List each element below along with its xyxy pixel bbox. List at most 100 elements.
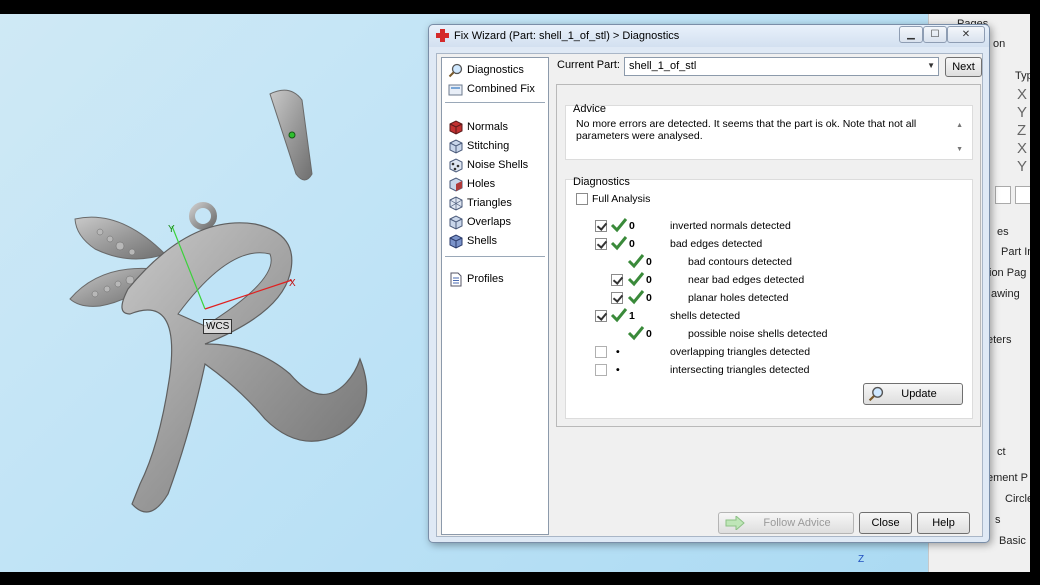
scroll-down-icon[interactable]: ▼ <box>956 146 963 153</box>
nav-item-triangles[interactable]: Triangles <box>448 194 512 212</box>
magnifier-icon <box>868 386 884 402</box>
current-part-select[interactable]: shell_1_of_stl ▼ <box>624 57 939 76</box>
panel-text: ct <box>997 446 1006 458</box>
advice-text: No more errors are detected. It seems th… <box>576 118 917 142</box>
nav-item-noise-shells[interactable]: Noise Shells <box>448 156 528 174</box>
shells-count: 1 <box>629 310 635 322</box>
shells-label: shells detected <box>670 310 741 322</box>
nav-divider <box>445 102 545 103</box>
screen: Y X Z WCS Pages on Typ X Y Z X Y es Part… <box>0 0 1040 585</box>
noise-shells-count: 0 <box>646 328 652 340</box>
scroll-up-icon[interactable]: ▲ <box>956 122 963 129</box>
follow-advice-button[interactable]: Follow Advice <box>718 512 854 534</box>
inverted-normals-checkbox[interactable] <box>595 220 607 232</box>
bad-edges-checkbox[interactable] <box>595 238 607 250</box>
help-button[interactable]: Help <box>917 512 970 534</box>
nav-label: Triangles <box>467 197 512 209</box>
nav-item-profiles[interactable]: Profiles <box>448 270 504 288</box>
near-bad-edges-checkbox[interactable] <box>611 274 623 286</box>
panel-text: awing <box>991 288 1020 300</box>
arrow-right-icon <box>725 516 745 530</box>
shells-checkbox[interactable] <box>595 310 607 322</box>
intersecting-triangles-count: • <box>616 364 620 376</box>
overlaps-icon <box>449 214 463 230</box>
near-bad-edges-label: near bad edges detected <box>688 274 805 286</box>
panel-field[interactable] <box>1015 186 1030 204</box>
next-button[interactable]: Next <box>945 57 982 77</box>
inverted-normals-label: inverted normals detected <box>670 220 791 232</box>
magnifier-icon <box>448 63 463 77</box>
shells-cube-icon <box>449 233 463 249</box>
nav-label: Overlaps <box>467 216 512 228</box>
overlapping-triangles-label: overlapping triangles detected <box>670 346 811 358</box>
planar-holes-label: planar holes detected <box>688 292 789 304</box>
nav-item-stitching[interactable]: Stitching <box>448 137 509 155</box>
update-label: Update <box>901 388 937 400</box>
advice-heading: Advice <box>573 103 607 115</box>
diagnostics-page: Advice No more errors are detected. It s… <box>556 84 981 427</box>
panel-field[interactable] <box>995 186 1011 204</box>
panel-text: X <box>1017 86 1028 103</box>
intersecting-triangles-checkbox[interactable] <box>595 364 607 376</box>
y-axis-label: Y <box>168 224 175 235</box>
x-axis-label: X <box>289 278 296 289</box>
overlapping-triangles-count: • <box>616 346 620 358</box>
dialog-title: Fix Wizard (Part: shell_1_of_stl) > Diag… <box>454 30 680 42</box>
nav-item-normals[interactable]: Normals <box>448 118 508 136</box>
bad-contours-label: bad contours detected <box>688 256 792 268</box>
minimize-icon: ▁ <box>907 29 915 40</box>
panel-button[interactable]: Circle <box>1005 493 1030 505</box>
nav-label: Combined Fix <box>467 83 535 95</box>
close-button[interactable]: Close <box>859 512 912 534</box>
dialog-client: Diagnostics Combined Fix Normals Stitchi… <box>436 53 983 537</box>
planar-holes-checkbox[interactable] <box>611 292 623 304</box>
full-analysis-checkbox[interactable] <box>576 193 588 205</box>
panel-text: ement P <box>987 472 1028 484</box>
close-window-button[interactable]: ✕ <box>947 26 985 43</box>
panel-text: X <box>1017 140 1028 157</box>
bad-edges-label: bad edges detected <box>670 238 763 250</box>
nav-item-combined-fix[interactable]: Combined Fix <box>448 80 535 98</box>
dialog-titlebar[interactable]: Fix Wizard (Part: shell_1_of_stl) > Diag… <box>429 25 989 47</box>
diagnostics-heading: Diagnostics <box>573 176 630 188</box>
current-part-label: Current Part: <box>557 59 620 71</box>
nav-item-overlaps[interactable]: Overlaps <box>448 213 511 231</box>
panel-text: es <box>997 226 1009 238</box>
check-icon <box>627 326 645 341</box>
check-icon <box>610 218 628 233</box>
minimize-button[interactable]: ▁ <box>899 26 923 43</box>
document-icon <box>450 272 462 286</box>
panel-button[interactable]: Basic <box>999 535 1026 547</box>
fix-wizard-dialog: Fix Wizard (Part: shell_1_of_stl) > Diag… <box>428 24 990 543</box>
nav-item-holes[interactable]: Holes <box>448 175 495 193</box>
panel-tab[interactable]: on <box>993 38 1005 50</box>
holes-cube-icon <box>449 176 463 192</box>
nav-label: Holes <box>467 178 496 190</box>
check-icon <box>627 290 645 305</box>
nav-label: Diagnostics <box>467 64 524 76</box>
nav-label: Noise Shells <box>467 159 529 171</box>
intersecting-triangles-label: intersecting triangles detected <box>670 364 810 376</box>
nav-item-diagnostics[interactable]: Diagnostics <box>448 61 524 79</box>
full-analysis-label: Full Analysis <box>592 193 651 205</box>
advice-panel: No more errors are detected. It seems th… <box>565 105 973 160</box>
triangles-icon <box>449 195 463 211</box>
update-button[interactable]: Update <box>863 383 963 405</box>
close-icon: ✕ <box>961 29 971 40</box>
medical-cross-icon <box>436 29 449 42</box>
wcs-label: WCS <box>203 319 233 334</box>
maximize-button[interactable]: ☐ <box>923 26 947 43</box>
nav-label: Normals <box>467 121 508 133</box>
follow-advice-label: Follow Advice <box>763 517 831 529</box>
diagnostics-panel: Full Analysis 0 inverted normals detecte… <box>565 179 973 419</box>
panel-text: ion Pag <box>989 267 1027 279</box>
panel-text: Typ <box>1015 70 1030 82</box>
noise-shells-label: possible noise shells detected <box>688 328 828 340</box>
z-axis-label: Z <box>858 554 864 565</box>
normals-cube-icon <box>449 119 463 135</box>
panel-text: Y <box>1017 104 1028 121</box>
overlapping-triangles-checkbox[interactable] <box>595 346 607 358</box>
nav-item-shells[interactable]: Shells <box>448 232 497 250</box>
stitching-cube-icon <box>449 138 463 154</box>
bad-contours-count: 0 <box>646 256 652 268</box>
